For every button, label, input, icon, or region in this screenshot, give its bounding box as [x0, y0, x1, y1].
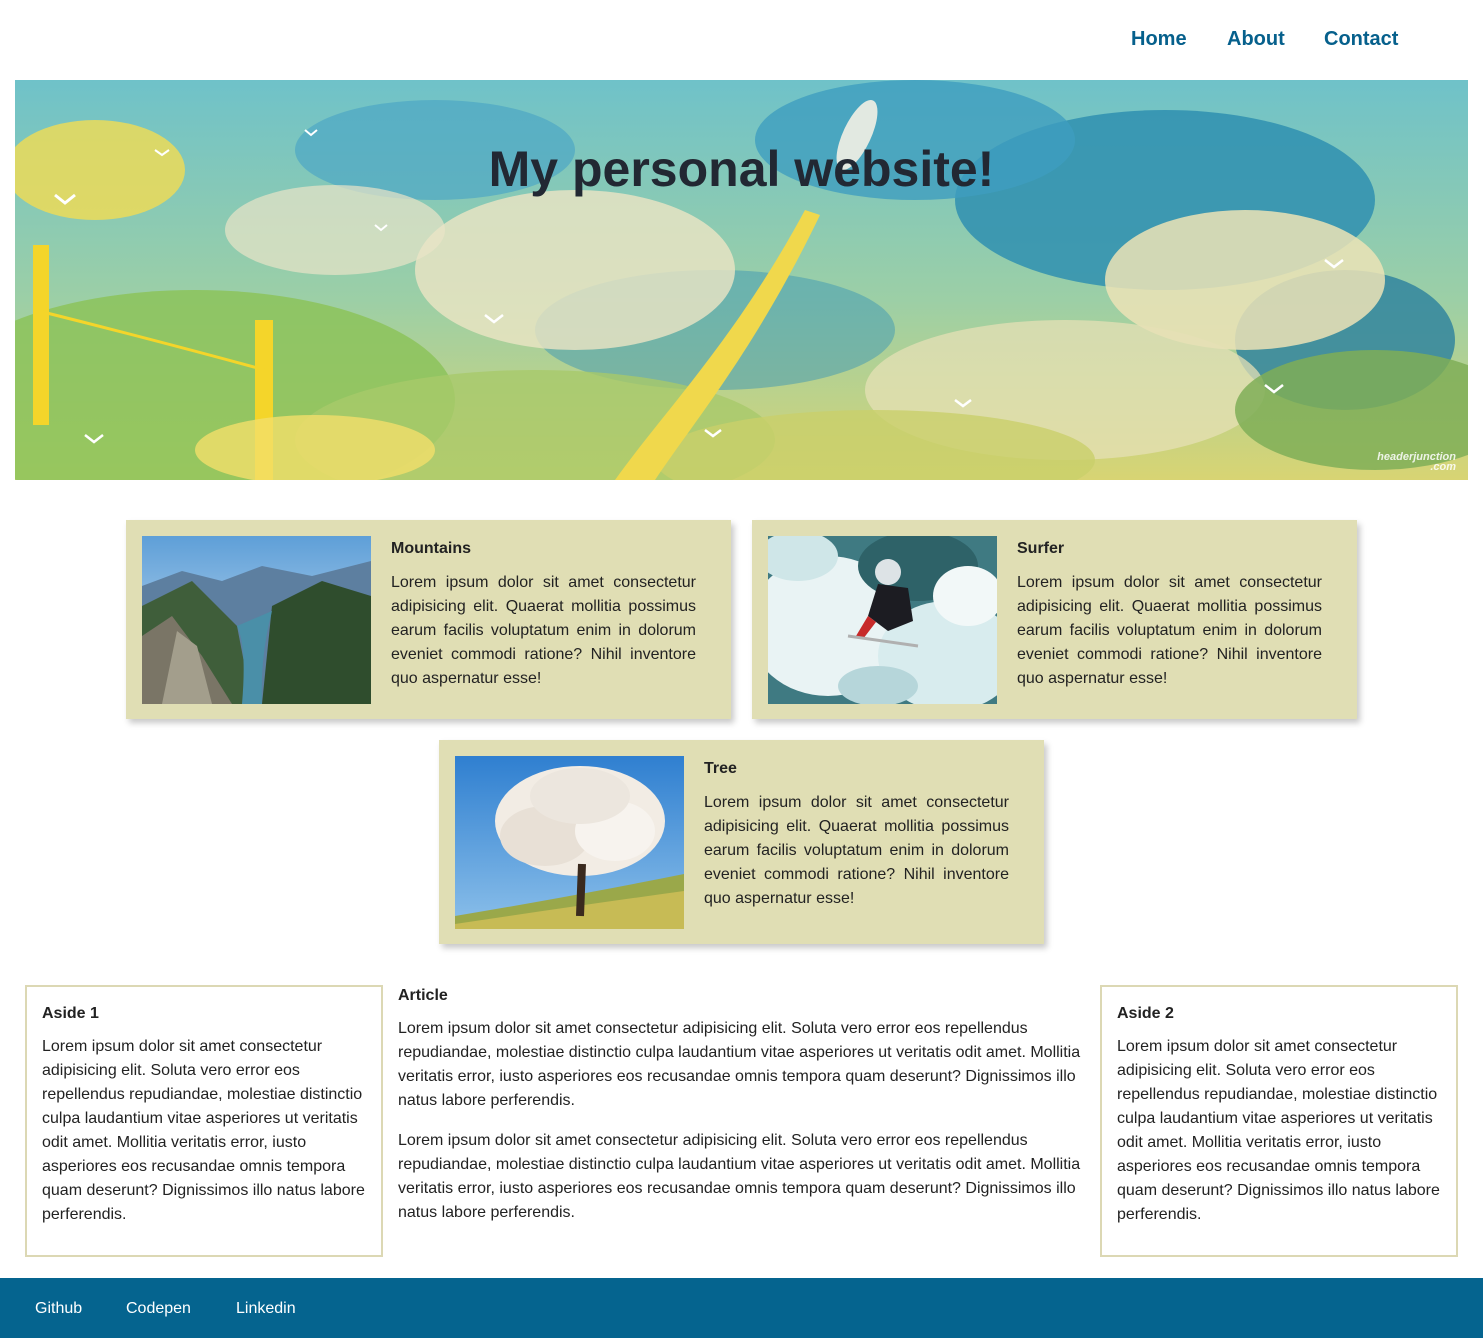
aside-title: Aside 2 [1117, 1005, 1174, 1022]
card-body: Tree Lorem ipsum dolor sit amet consecte… [704, 760, 1009, 911]
aside-title: Aside 1 [42, 1005, 99, 1022]
card-body: Surfer Lorem ipsum dolor sit amet consec… [1017, 540, 1322, 691]
card-title: Tree [704, 760, 737, 777]
nav-link-home[interactable]: Home [1131, 28, 1187, 51]
tree-image [455, 756, 684, 929]
mountains-image [142, 536, 371, 704]
aside-1: Aside 1 Lorem ipsum dolor sit amet conse… [25, 985, 383, 1257]
aside-2: Aside 2 Lorem ipsum dolor sit amet conse… [1100, 985, 1458, 1257]
hero-banner: My personal website! headerjunction .com [15, 80, 1468, 480]
main-article: Article Lorem ipsum dolor sit amet conse… [398, 987, 1088, 1241]
top-navigation: Home About Contact [0, 0, 1483, 80]
card-title: Mountains [391, 540, 471, 557]
footer-link-github[interactable]: Github [35, 1300, 82, 1318]
card-body: Mountains Lorem ipsum dolor sit amet con… [391, 540, 696, 691]
article-paragraph: Lorem ipsum dolor sit amet consectetur a… [398, 1132, 1081, 1221]
footer-link-linkedin[interactable]: Linkedin [236, 1300, 296, 1318]
card-surfer: Surfer Lorem ipsum dolor sit amet consec… [752, 520, 1357, 719]
card-tree: Tree Lorem ipsum dolor sit amet consecte… [439, 740, 1044, 944]
card-text: Lorem ipsum dolor sit amet consectetur a… [704, 794, 1009, 907]
card-text: Lorem ipsum dolor sit amet consectetur a… [391, 574, 696, 687]
nav-link-contact[interactable]: Contact [1324, 28, 1398, 51]
nav-link-about[interactable]: About [1227, 28, 1285, 51]
card-text: Lorem ipsum dolor sit amet consectetur a… [1017, 574, 1322, 687]
surfer-image [768, 536, 997, 704]
footer: Github Codepen Linkedin [0, 1278, 1483, 1338]
page-title: My personal website! [488, 141, 995, 197]
footer-link-codepen[interactable]: Codepen [126, 1300, 191, 1318]
aside-text: Lorem ipsum dolor sit amet consectetur a… [1117, 1038, 1440, 1223]
card-title: Surfer [1017, 540, 1065, 557]
article-title: Article [398, 987, 448, 1004]
aside-text: Lorem ipsum dolor sit amet consectetur a… [42, 1038, 365, 1223]
article-paragraph: Lorem ipsum dolor sit amet consectetur a… [398, 1020, 1081, 1109]
hero-watermark: headerjunction .com [1377, 451, 1456, 473]
card-mountains: Mountains Lorem ipsum dolor sit amet con… [126, 520, 731, 719]
